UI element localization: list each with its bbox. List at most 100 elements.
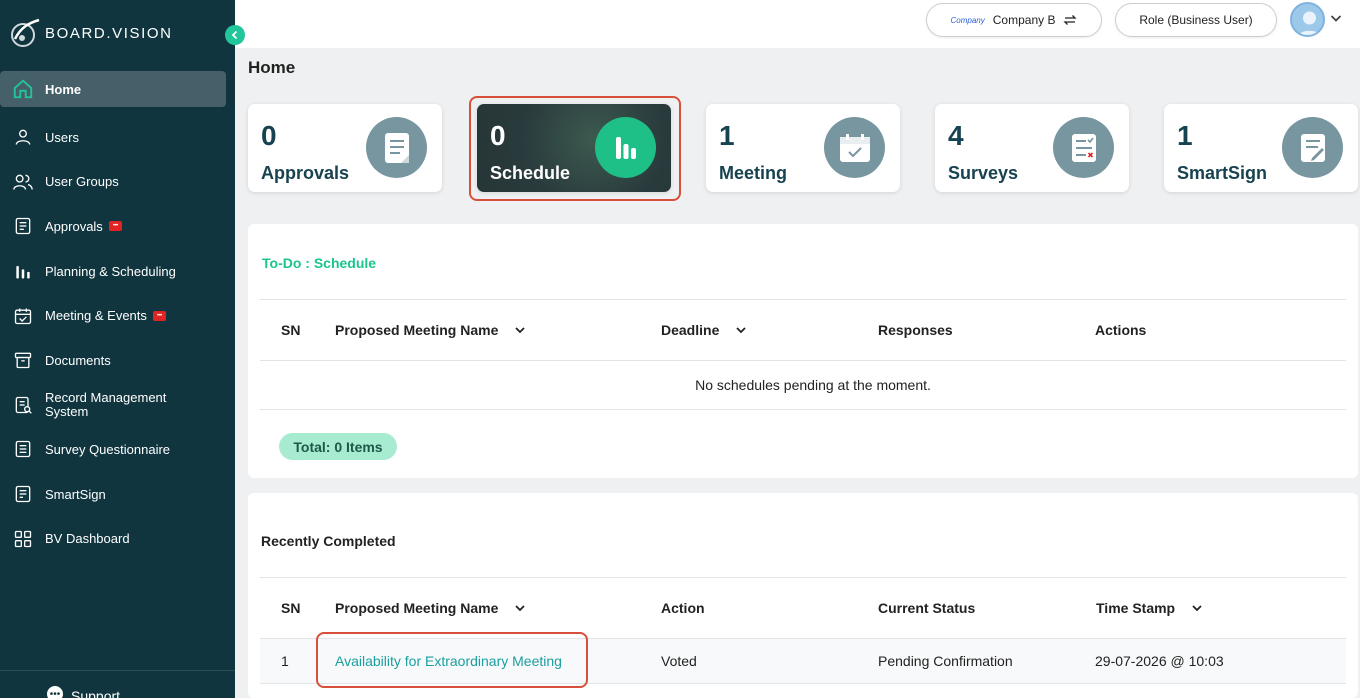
card-count: 1 bbox=[719, 120, 735, 151]
card-surveys[interactable]: 4 Surveys bbox=[935, 104, 1129, 192]
avatar-user-icon bbox=[1298, 11, 1321, 35]
card-count: 4 bbox=[948, 120, 964, 151]
chevron-down-icon[interactable] bbox=[735, 324, 747, 336]
column-header-proposed-meeting-name[interactable]: Proposed Meeting Name bbox=[335, 600, 526, 616]
column-header-deadline[interactable]: Deadline bbox=[661, 322, 747, 338]
role-button[interactable]: Role (Business User) bbox=[1115, 3, 1277, 37]
sidebar-collapse-button[interactable] bbox=[225, 25, 245, 45]
meeting-link-highlight bbox=[316, 632, 588, 688]
page-title: Home bbox=[248, 58, 296, 77]
chevron-down-icon[interactable] bbox=[1329, 11, 1343, 25]
column-header-time-stamp[interactable]: Time Stamp bbox=[1096, 600, 1203, 616]
chat-badge-icon bbox=[108, 221, 122, 232]
swap-icon bbox=[1063, 15, 1078, 25]
home-icon bbox=[12, 78, 34, 100]
chevron-down-icon[interactable] bbox=[1191, 602, 1203, 614]
card-label: Surveys bbox=[948, 163, 1019, 183]
divider bbox=[260, 577, 1346, 578]
sidebar-item-documents[interactable]: Documents bbox=[0, 338, 235, 383]
meeting-calendar-icon bbox=[824, 117, 885, 178]
card-count: 1 bbox=[1177, 120, 1193, 151]
support-link[interactable]: ••• Support bbox=[0, 670, 235, 698]
sidebar-item-label: SmartSign bbox=[45, 486, 106, 502]
approvals-doc-icon bbox=[366, 117, 427, 178]
todo-title: To-Do : Schedule bbox=[262, 255, 377, 271]
empty-message: No schedules pending at the moment. bbox=[695, 377, 931, 393]
column-header-responses: Responses bbox=[878, 322, 953, 338]
sidebar-item-meeting-events[interactable]: Meeting & Events bbox=[0, 293, 235, 338]
column-header-sn: SN bbox=[281, 600, 301, 616]
sidebar-item-label: Planning & Scheduling bbox=[45, 263, 176, 279]
company-logo: Company bbox=[950, 15, 985, 25]
chevron-down-icon[interactable] bbox=[514, 602, 526, 614]
row-timestamp: 29-07-2026 @ 10:03 bbox=[1095, 653, 1224, 669]
column-header-action: Action bbox=[661, 600, 705, 616]
archive-icon bbox=[12, 349, 34, 371]
chevron-down-icon[interactable] bbox=[514, 324, 526, 336]
sidebar-item-label: Record Management System bbox=[45, 389, 167, 419]
row-sn: 1 bbox=[281, 653, 289, 669]
grid-icon bbox=[12, 528, 34, 550]
sidebar-item-label: Documents bbox=[45, 352, 111, 368]
sidebar-item-bv-dashboard[interactable]: BV Dashboard bbox=[0, 516, 235, 561]
company-label: Company B bbox=[992, 13, 1056, 27]
sidebar-item-record-management[interactable]: Record Management System bbox=[0, 383, 235, 428]
column-header-actions: Actions bbox=[1095, 322, 1147, 338]
column-header-proposed-meeting-name[interactable]: Proposed Meeting Name bbox=[335, 322, 526, 338]
sidebar-item-label: User Groups bbox=[45, 174, 119, 190]
card-approvals[interactable]: 0 Approvals bbox=[248, 104, 442, 192]
divider bbox=[260, 299, 1346, 300]
calendar-check-icon bbox=[12, 305, 34, 327]
todo-panel: To-Do : Schedule SN Proposed Meeting Nam… bbox=[248, 224, 1358, 478]
sidebar-item-home[interactable]: Home bbox=[0, 71, 226, 107]
card-smartsign[interactable]: 1 SmartSign bbox=[1164, 104, 1358, 192]
sidebar-item-label: Approvals bbox=[45, 218, 103, 234]
logo[interactable]: BOARD.VISION bbox=[9, 17, 173, 49]
avatar[interactable] bbox=[1290, 2, 1325, 37]
column-header-sn: SN bbox=[281, 322, 301, 338]
user-icon bbox=[12, 126, 34, 148]
card-meeting[interactable]: 1 Meeting bbox=[706, 104, 900, 192]
sidebar-item-label: Users bbox=[45, 129, 79, 145]
sign-icon bbox=[12, 483, 34, 505]
company-switcher-button[interactable]: Company Company B bbox=[926, 3, 1102, 37]
sidebar-item-label: Home bbox=[45, 81, 82, 97]
users-icon bbox=[12, 171, 34, 193]
row-status: Pending Confirmation bbox=[878, 653, 1013, 669]
chat-icon: ••• bbox=[47, 686, 63, 698]
sidebar-item-users[interactable]: Users bbox=[0, 115, 235, 160]
sidebar-item-survey[interactable]: Survey Questionnaire bbox=[0, 427, 235, 472]
card-label: SmartSign bbox=[1177, 163, 1268, 183]
top-bar: Company Company B Role (Business User) bbox=[235, 0, 1360, 48]
card-label: Meeting bbox=[719, 163, 788, 183]
sidebar-item-label: BV Dashboard bbox=[45, 531, 130, 547]
sidebar-item-approvals[interactable]: Approvals bbox=[0, 204, 235, 249]
logo-text: BOARD.VISION bbox=[45, 24, 173, 42]
sidebar-item-smartsign[interactable]: SmartSign bbox=[0, 472, 235, 517]
record-icon bbox=[12, 394, 34, 416]
card-count: 0 bbox=[261, 120, 277, 151]
divider bbox=[260, 360, 1346, 361]
row-action: Voted bbox=[661, 653, 697, 669]
surveys-checklist-icon bbox=[1053, 117, 1114, 178]
column-header-current-status: Current Status bbox=[878, 600, 976, 616]
support-label: Support bbox=[71, 688, 121, 698]
survey-icon bbox=[12, 438, 34, 460]
smartsign-pen-icon bbox=[1282, 117, 1343, 178]
role-label: Role (Business User) bbox=[1139, 13, 1253, 27]
total-items-badge: Total: 0 Items bbox=[279, 433, 397, 460]
sidebar: BOARD.VISION Home Users User Groups Appr… bbox=[0, 0, 235, 698]
sidebar-item-planning[interactable]: Planning & Scheduling bbox=[0, 249, 235, 294]
sidebar-item-label: Meeting & Events bbox=[45, 308, 147, 324]
divider bbox=[260, 409, 1346, 410]
chevron-left-icon bbox=[231, 30, 238, 40]
sidebar-nav: Home Users User Groups Approvals Plan bbox=[0, 70, 235, 561]
card-label: Approvals bbox=[261, 163, 350, 183]
schedule-card-highlight bbox=[469, 96, 681, 201]
recent-title: Recently Completed bbox=[261, 533, 396, 549]
board-vision-logo-icon bbox=[11, 18, 40, 47]
document-icon bbox=[12, 215, 34, 237]
bar-chart-icon bbox=[12, 260, 34, 282]
sidebar-item-user-groups[interactable]: User Groups bbox=[0, 160, 235, 205]
sidebar-item-label: Survey Questionnaire bbox=[45, 441, 171, 457]
